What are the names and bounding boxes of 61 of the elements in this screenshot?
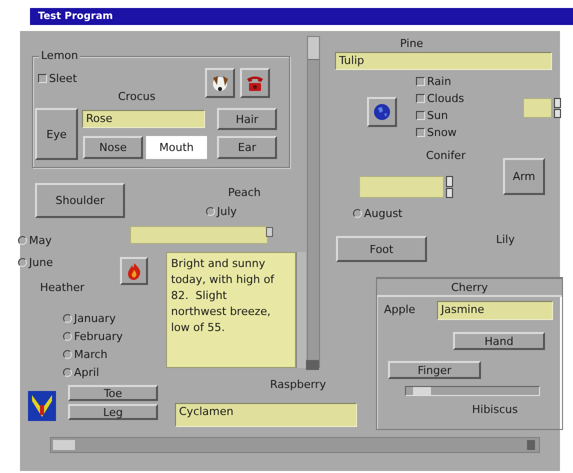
radio-label: May <box>29 234 52 246</box>
scroll-bar[interactable] <box>50 437 540 453</box>
input-field[interactable]: Rose <box>82 110 205 128</box>
label: Pine <box>400 37 424 50</box>
label: Conifer <box>426 149 466 162</box>
spinner-icon[interactable] <box>554 98 561 118</box>
image-button[interactable] <box>240 68 270 98</box>
button[interactable]: Toe <box>68 385 158 401</box>
button[interactable]: Leg <box>68 404 158 420</box>
globe-icon <box>374 104 390 120</box>
spin-field[interactable] <box>359 176 444 198</box>
input-field[interactable]: Cyclamen <box>175 403 357 427</box>
input-field[interactable]: Tulip <box>335 52 552 70</box>
image-button[interactable] <box>120 257 148 285</box>
radio-label: February <box>74 330 123 342</box>
checkbox-label: Snow <box>427 126 457 138</box>
label: Peach <box>228 186 261 199</box>
text-area[interactable]: Bright and sunny today, with high of 82. Slight northwest breeze, low of 55. <box>166 252 296 368</box>
image-button[interactable] <box>367 97 397 127</box>
scroll-bar[interactable] <box>296 252 306 368</box>
slider[interactable] <box>405 386 540 396</box>
label: Lily <box>496 233 515 246</box>
button[interactable]: Hand <box>453 332 545 350</box>
radio-label: January <box>74 312 116 324</box>
label: Hibiscus <box>472 403 518 416</box>
chevron-icon <box>28 391 56 421</box>
telephone-icon <box>247 76 263 91</box>
input-field[interactable]: Jasmine <box>437 301 553 320</box>
image-button[interactable] <box>205 68 235 98</box>
button[interactable]: Finger <box>388 361 481 379</box>
checkbox-label: Sleet <box>49 72 77 84</box>
button[interactable]: Arm <box>503 158 545 195</box>
label: Apple <box>384 303 416 316</box>
slider-thumb[interactable] <box>412 387 431 395</box>
label: Raspberry <box>270 378 326 391</box>
spinner-icon[interactable] <box>446 176 453 198</box>
radio-label: April <box>74 366 100 378</box>
button[interactable]: Nose <box>83 136 143 159</box>
flame-icon <box>128 263 140 280</box>
button[interactable]: Shoulder <box>35 183 125 218</box>
radio-label: August <box>364 206 402 220</box>
checkbox-label: Clouds <box>427 92 464 104</box>
button[interactable]: Ear <box>217 136 277 159</box>
window-title: Test Program <box>37 11 113 22</box>
button[interactable]: Eye <box>35 108 78 160</box>
scroll-bar[interactable] <box>307 36 320 368</box>
spin-field[interactable] <box>523 98 552 118</box>
button[interactable]: Foot <box>336 236 427 262</box>
group-label: Lemon <box>39 49 80 62</box>
radio-label: March <box>74 348 108 360</box>
dog-icon <box>213 76 228 91</box>
radio-label: June <box>29 256 53 268</box>
checkbox-label: Sun <box>427 108 448 122</box>
button[interactable]: Mouth <box>146 136 207 159</box>
label: Heather <box>40 281 84 294</box>
checkbox-label: Rain <box>427 74 452 88</box>
label: Crocus <box>118 90 156 103</box>
button[interactable]: Hair <box>217 108 277 130</box>
dropdown-icon[interactable] <box>266 227 273 237</box>
tab[interactable]: Cherry <box>377 278 562 297</box>
radio-label: July <box>217 204 237 218</box>
